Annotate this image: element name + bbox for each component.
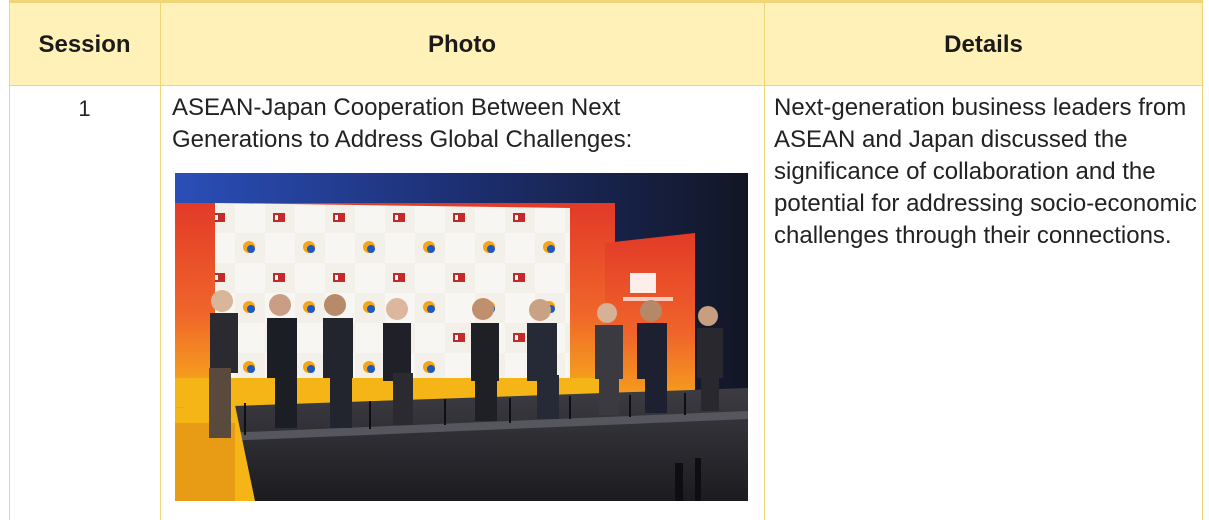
header-details: Details xyxy=(944,30,1023,58)
table-header-row: Session Photo Details xyxy=(9,0,1203,86)
photo-caption: ASEAN-Japan Cooperation Between Next Gen… xyxy=(172,94,633,153)
panel-discussion-photo xyxy=(175,173,748,501)
header-photo: Photo xyxy=(428,30,496,58)
session-table: Session Photo Details 1 ASEAN-Japan Coop… xyxy=(9,0,1203,520)
table-row: 1 ASEAN-Japan Cooperation Between Next G… xyxy=(9,86,1203,520)
session-details: Next-generation business leaders from AS… xyxy=(774,94,1197,249)
header-session: Session xyxy=(38,30,131,58)
session-number: 1 xyxy=(78,96,91,121)
